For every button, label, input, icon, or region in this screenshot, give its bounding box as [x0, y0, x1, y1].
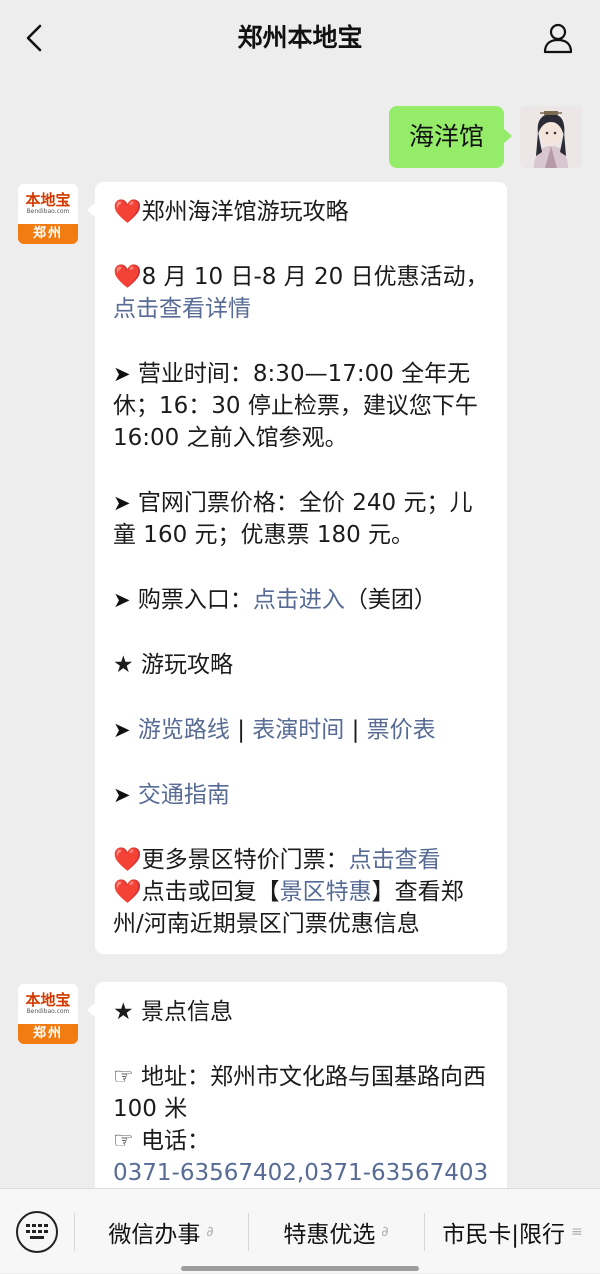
logo-subtext: Bendibao.com — [26, 208, 70, 215]
logo-city: 郑州 — [18, 1024, 78, 1044]
menu-label: 特惠优选 — [283, 1221, 376, 1248]
bot-logo: 本地宝 Bendibao.com — [18, 184, 78, 224]
menu-wechat-service[interactable]: 微信办事 ∂ — [75, 1189, 247, 1274]
logo-text: 本地宝 — [25, 991, 71, 1009]
link-separator: | — [344, 717, 367, 743]
buy-label: 购票入口： — [137, 587, 253, 613]
info-title: 景点信息 — [140, 999, 233, 1025]
bot-avatar[interactable]: 本地宝 Bendibao.com 郑州 — [18, 984, 78, 1044]
route-link[interactable]: 游览路线 — [138, 717, 230, 743]
address-line: ☞ 地址：郑州市文化路与国基路向西 100 米 — [113, 1061, 491, 1125]
message-title: 郑州海洋馆游玩攻略 — [141, 199, 349, 225]
profile-button[interactable] — [538, 18, 578, 58]
logo-text: 本地宝 — [25, 191, 71, 209]
promo-line: ❤️8 月 10 日-8 月 20 日优惠活动， 点击查看详情 — [113, 261, 491, 325]
page-title: 郑州本地宝 — [237, 23, 363, 52]
top-bar: 郑州本地宝 — [0, 0, 600, 76]
more-tickets-link[interactable]: 点击查看 — [349, 847, 441, 873]
outgoing-message: 海洋馆 — [388, 106, 582, 168]
user-avatar-image — [520, 106, 582, 168]
buy-link[interactable]: 点击进入 — [253, 587, 345, 613]
phone-line: ☞ 电话： — [113, 1125, 491, 1157]
bot-avatar[interactable]: 本地宝 Bendibao.com 郑州 — [18, 184, 78, 244]
phone-link[interactable]: 0371-63567402,0371-63567403 — [113, 1157, 491, 1188]
star-icon: ★ — [113, 652, 134, 678]
reply-prefix: 点击或回复【 — [141, 879, 280, 905]
arrow-icon: ➤ — [113, 362, 131, 386]
scenic-deals-link[interactable]: 景区特惠 — [280, 879, 372, 905]
link-icon: ∂ — [381, 1223, 389, 1240]
promo-text: 8 月 10 日-8 月 20 日优惠活动， — [141, 264, 489, 290]
person-icon — [543, 23, 573, 54]
home-indicator[interactable] — [181, 1266, 419, 1271]
hours-text: 营业时间：8:30—17:00 全年无休；16：30 停止检票，建议您下午 16… — [113, 361, 478, 451]
heart-icon: ❤️ — [113, 847, 142, 873]
promo-detail-link[interactable]: 点击查看详情 — [113, 296, 251, 322]
address-text: 地址：郑州市文化路与国基路向西 100 米 — [113, 1064, 486, 1122]
arrow-icon: ➤ — [113, 783, 131, 807]
show-time-link[interactable]: 表演时间 — [252, 717, 344, 743]
arrow-icon: ➤ — [113, 491, 131, 515]
chat-area[interactable]: 海洋馆 本地宝 Bendibao.com 郑州 ❤️郑州海洋馆游玩攻略 ❤️8 … — [0, 76, 600, 1188]
menu-label: 市民卡|限行 — [442, 1221, 565, 1248]
price-text: 官网门票价格：全价 240 元；儿童 160 元；优惠票 180 元。 — [113, 490, 473, 548]
pointing-hand-icon: ☞ — [113, 1064, 134, 1090]
bottom-menu-bar: 微信办事 ∂ 特惠优选 ∂ 市民卡|限行 ≡ — [0, 1188, 600, 1273]
more-label: 更多景区特价门票： — [141, 847, 349, 873]
arrow-icon: ➤ — [113, 718, 131, 742]
hours-line: ➤ 营业时间：8:30—17:00 全年无休；16：30 停止检票，建议您下午 … — [113, 358, 491, 454]
heart-icon: ❤️ — [113, 264, 142, 290]
pointing-hand-icon: ☞ — [113, 1128, 134, 1154]
menu-citizen-card[interactable]: 市民卡|限行 ≡ — [425, 1189, 600, 1274]
more-tickets-line: ❤️更多景区特价门票：点击查看 — [113, 844, 491, 876]
outgoing-bubble[interactable]: 海洋馆 — [388, 106, 513, 168]
buy-suffix: （美团） — [344, 587, 437, 613]
keyboard-icon — [26, 1224, 48, 1239]
price-table-link[interactable]: 票价表 — [367, 717, 436, 743]
incoming-message-bubble: ❤️郑州海洋馆游玩攻略 ❤️8 月 10 日-8 月 20 日优惠活动，点击查看… — [87, 182, 507, 954]
incoming-message-bubble: ★ 景点信息 ☞ 地址：郑州市文化路与国基路向西 100 米 ☞ 电话： 037… — [87, 982, 507, 1188]
arrow-icon: ➤ — [113, 588, 131, 612]
keyboard-button[interactable] — [16, 1211, 58, 1253]
logo-subtext: Bendibao.com — [26, 1008, 70, 1015]
guide-title-line: ★ 游玩攻略 — [113, 649, 491, 681]
menu-label: 微信办事 — [108, 1221, 201, 1248]
phone-label: 电话： — [140, 1128, 210, 1154]
heart-icon: ❤️ — [113, 199, 142, 225]
guide-links-line: ➤ 游览路线 | 表演时间 | 票价表 — [113, 714, 491, 746]
link-separator: | — [229, 717, 253, 743]
buy-line: ➤ 购票入口：点击进入（美团） — [113, 584, 491, 616]
bot-logo: 本地宝 Bendibao.com — [18, 984, 78, 1024]
menu-special-offers[interactable]: 特惠优选 ∂ — [249, 1189, 423, 1274]
logo-city: 郑州 — [18, 224, 78, 244]
heart-icon: ❤️ — [113, 879, 142, 905]
traffic-line: ➤ 交通指南 — [113, 779, 491, 811]
submenu-icon: ≡ — [571, 1223, 583, 1240]
link-icon: ∂ — [206, 1223, 214, 1240]
price-line: ➤ 官网门票价格：全价 240 元；儿童 160 元；优惠票 180 元。 — [113, 487, 491, 551]
star-icon: ★ — [113, 999, 134, 1025]
info-title-line: ★ 景点信息 — [113, 996, 491, 1028]
message-title-line: ❤️郑州海洋馆游玩攻略 — [113, 196, 491, 228]
traffic-guide-link[interactable]: 交通指南 — [138, 782, 230, 808]
guide-title: 游玩攻略 — [140, 652, 233, 678]
reply-line: ❤️点击或回复【景区特惠】查看郑州/河南近期景区门票优惠信息 — [113, 876, 491, 940]
user-avatar[interactable] — [520, 106, 582, 168]
